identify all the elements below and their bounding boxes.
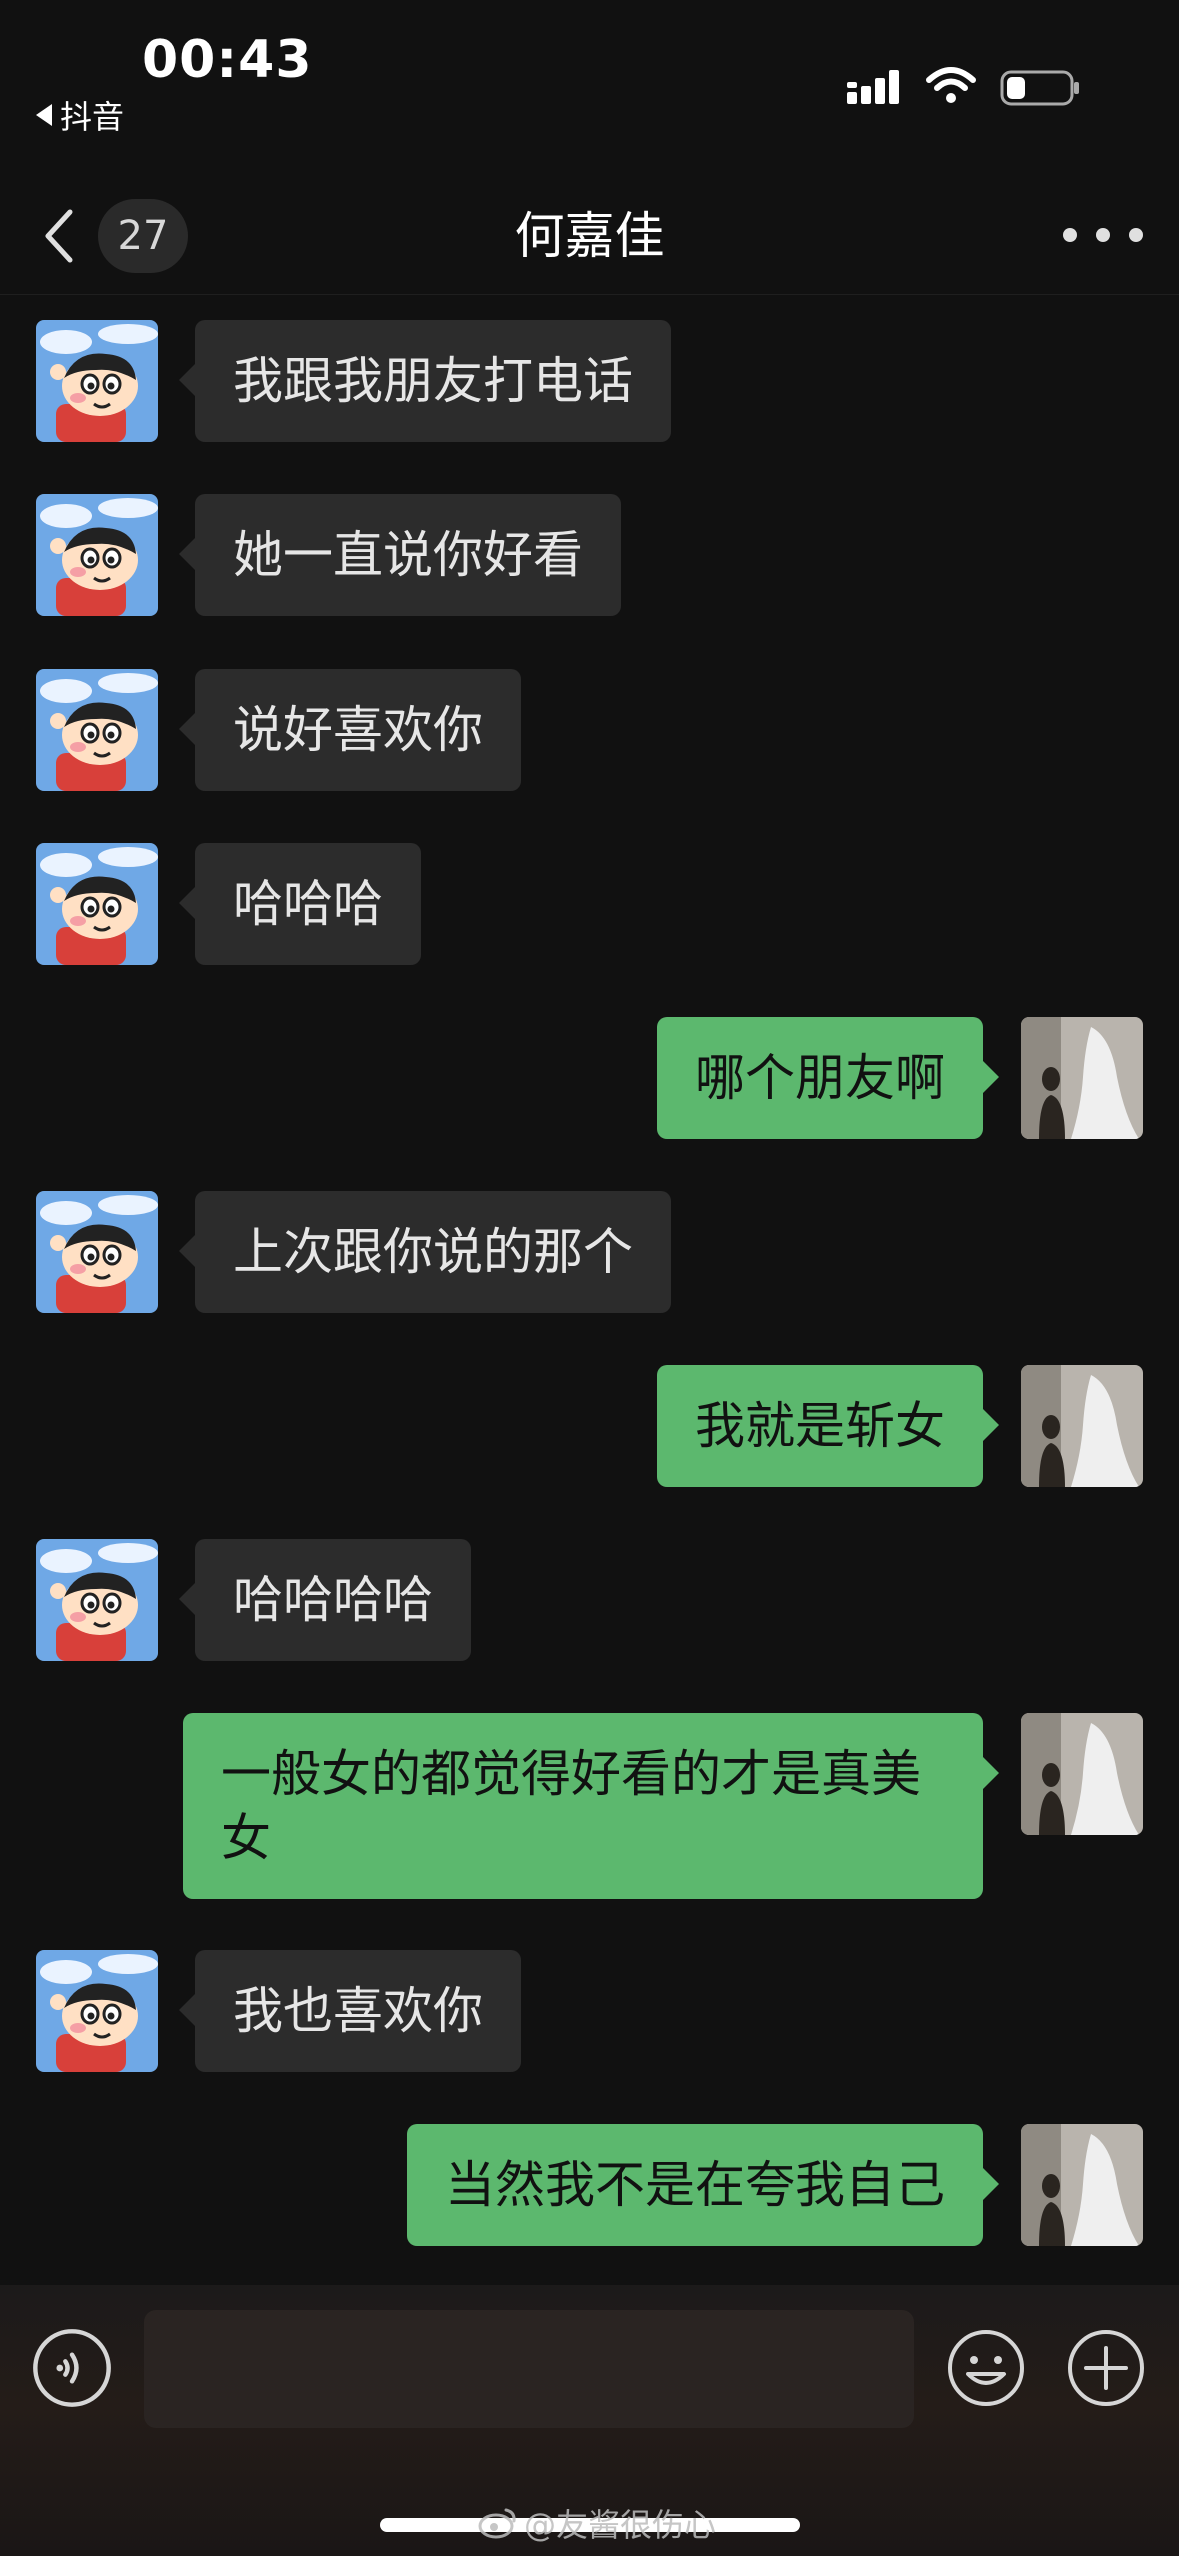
status-bar: 00:43 抖音 bbox=[0, 0, 1179, 160]
message-row: 哪个朋友啊 bbox=[0, 1017, 1179, 1139]
message-row: 一般女的都觉得好看的才是真美女 bbox=[0, 1713, 1179, 1899]
incoming-message-bubble[interactable]: 我也喜欢你 bbox=[179, 1950, 521, 2072]
incoming-message-bubble[interactable]: 哈哈哈 bbox=[179, 843, 421, 965]
back-to-app-link[interactable]: 抖音 bbox=[36, 92, 124, 138]
outgoing-message-bubble[interactable]: 一般女的都觉得好看的才是真美女 bbox=[183, 1713, 999, 1899]
plus-icon[interactable] bbox=[1066, 2328, 1146, 2408]
incoming-message-bubble[interactable]: 上次跟你说的那个 bbox=[179, 1191, 671, 1313]
chat-header: 27 何嘉佳 bbox=[0, 160, 1179, 295]
incoming-message-bubble[interactable]: 说好喜欢你 bbox=[179, 669, 521, 791]
weibo-icon bbox=[478, 2508, 516, 2539]
more-icon[interactable] bbox=[1063, 210, 1143, 260]
cartoon-boy-icon bbox=[36, 1539, 158, 1661]
contact-avatar[interactable] bbox=[36, 1191, 158, 1313]
watermark-text: @友酱很伤心 bbox=[524, 2506, 717, 2544]
profile-photo-icon bbox=[1021, 1713, 1143, 1835]
incoming-message-bubble[interactable]: 哈哈哈哈 bbox=[179, 1539, 471, 1661]
battery-icon bbox=[1000, 70, 1079, 106]
self-avatar[interactable] bbox=[1021, 1017, 1143, 1139]
message-row: 当然我不是在夸我自己 bbox=[0, 2124, 1179, 2246]
cartoon-boy-icon bbox=[36, 1950, 158, 2072]
profile-photo-icon bbox=[1021, 1017, 1143, 1139]
self-avatar[interactable] bbox=[1021, 1713, 1143, 1835]
incoming-message-bubble[interactable]: 我跟我朋友打电话 bbox=[179, 320, 671, 442]
message-row: 我跟我朋友打电话 bbox=[0, 320, 1179, 442]
incoming-message-bubble[interactable]: 她一直说你好看 bbox=[179, 494, 621, 616]
profile-photo-icon bbox=[1021, 2124, 1143, 2246]
watermark: @友酱很伤心 bbox=[478, 2500, 716, 2546]
self-avatar[interactable] bbox=[1021, 1365, 1143, 1487]
message-row: 哈哈哈 bbox=[0, 843, 1179, 965]
cartoon-boy-icon bbox=[36, 494, 158, 616]
back-arrow-icon bbox=[36, 104, 52, 126]
message-row: 哈哈哈哈 bbox=[0, 1539, 1179, 1661]
message-row: 说好喜欢你 bbox=[0, 669, 1179, 791]
chat-title: 何嘉佳 bbox=[514, 207, 665, 265]
cartoon-boy-icon bbox=[36, 843, 158, 965]
self-avatar[interactable] bbox=[1021, 2124, 1143, 2246]
emoji-icon[interactable] bbox=[946, 2328, 1026, 2408]
message-row: 我也喜欢你 bbox=[0, 1950, 1179, 2072]
message-input[interactable] bbox=[144, 2310, 914, 2428]
cartoon-boy-icon bbox=[36, 320, 158, 442]
cartoon-boy-icon bbox=[36, 669, 158, 791]
outgoing-message-bubble[interactable]: 当然我不是在夸我自己 bbox=[407, 2124, 999, 2246]
signal-icon bbox=[847, 70, 899, 104]
message-row: 我就是斩女 bbox=[0, 1365, 1179, 1487]
profile-photo-icon bbox=[1021, 1365, 1143, 1487]
outgoing-message-bubble[interactable]: 我就是斩女 bbox=[657, 1365, 999, 1487]
contact-avatar[interactable] bbox=[36, 320, 158, 442]
outgoing-message-bubble[interactable]: 哪个朋友啊 bbox=[657, 1017, 999, 1139]
contact-avatar[interactable] bbox=[36, 843, 158, 965]
status-time: 00:43 bbox=[142, 30, 313, 90]
contact-avatar[interactable] bbox=[36, 494, 158, 616]
cartoon-boy-icon bbox=[36, 1191, 158, 1313]
message-row: 她一直说你好看 bbox=[0, 494, 1179, 616]
voice-icon[interactable] bbox=[32, 2328, 112, 2408]
message-row: 上次跟你说的那个 bbox=[0, 1191, 1179, 1313]
back-app-label: 抖音 bbox=[60, 98, 125, 136]
wifi-icon bbox=[926, 67, 976, 103]
contact-avatar[interactable] bbox=[36, 1539, 158, 1661]
contact-avatar[interactable] bbox=[36, 1950, 158, 2072]
contact-avatar[interactable] bbox=[36, 669, 158, 791]
